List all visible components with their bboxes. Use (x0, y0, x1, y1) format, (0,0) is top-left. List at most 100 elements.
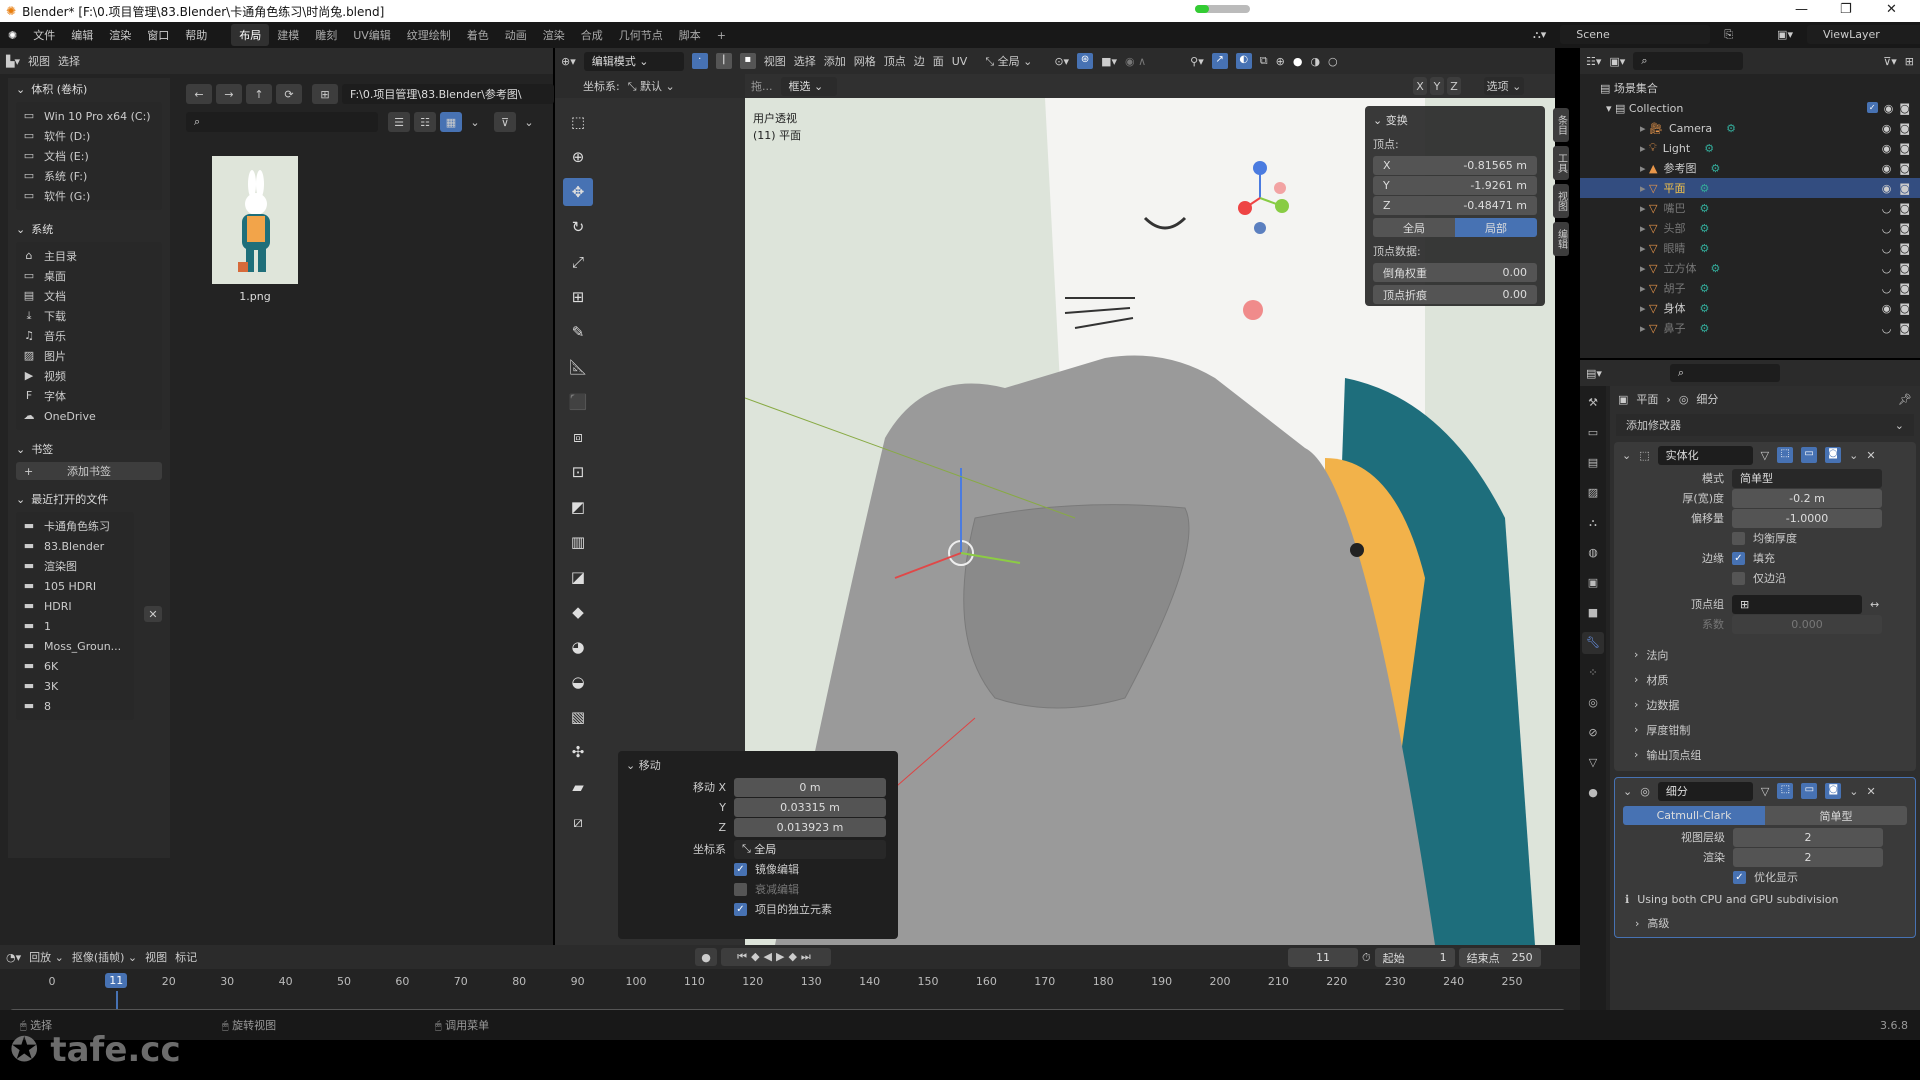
outliner-item[interactable]: ▸ 🎥︎ Camera ⚙ ◉ ◙ (1580, 118, 1920, 138)
eye-closed-icon[interactable]: ◡ (1882, 322, 1892, 335)
material-tab-icon[interactable]: ● (1582, 782, 1604, 804)
option-checkbox[interactable]: ✓ (734, 862, 747, 876)
menu-render[interactable]: 渲染 (101, 27, 139, 43)
blender-menu-icon[interactable]: ✺ (0, 29, 25, 42)
expand-arrow-icon[interactable]: ▸ (1640, 122, 1649, 135)
file-item[interactable]: 1.png (212, 156, 298, 303)
eye-closed-icon[interactable]: ◡ (1882, 282, 1892, 295)
simple-toggle[interactable]: 简单型 (1765, 806, 1907, 825)
eye-closed-icon[interactable]: ◡ (1882, 202, 1892, 215)
menu-select[interactable]: 选择 (794, 53, 816, 69)
even-thickness-checkbox[interactable] (1732, 531, 1745, 545)
eye-icon[interactable]: ◉ (1882, 122, 1892, 135)
tab-modeling[interactable]: 建模 (269, 27, 307, 43)
render-tab-icon[interactable]: ▭ (1582, 422, 1604, 444)
camera-render-icon[interactable]: ◙ (1899, 222, 1910, 235)
solidify-subpanel[interactable]: › 法向 (1634, 642, 1916, 667)
vertex-x-field[interactable]: X -0.81565 m (1373, 156, 1537, 175)
sidebar-tab[interactable]: 工具 (1553, 146, 1569, 180)
outliner-item[interactable]: ▸ ▽ 胡子 ⚙ ◡ ◙ (1580, 278, 1920, 298)
file-search-input[interactable]: ⌕ (186, 112, 378, 132)
system-item[interactable]: ⤓ 下载 (22, 306, 156, 326)
expand-arrow-icon[interactable]: ▸ (1640, 322, 1649, 335)
bookmarks-header[interactable]: ⌄ 书签 (8, 438, 170, 460)
move-z-field[interactable]: 0.013923 m (734, 817, 886, 837)
eye-icon[interactable]: ◉ (1882, 162, 1892, 175)
optimal-display-checkbox[interactable]: ✓ (1733, 870, 1746, 884)
outliner-search-input[interactable]: ⌕ (1633, 52, 1744, 70)
remove-modifier-icon[interactable]: ✕ (1867, 785, 1876, 798)
shrink-fatten-tool-icon[interactable]: ✣ (563, 738, 593, 766)
system-item[interactable]: ▭ 桌面 (22, 266, 156, 286)
spin-tool-icon[interactable]: ◕ (563, 633, 593, 661)
collapse-chevron-icon[interactable]: ⌄ (1622, 449, 1631, 462)
sidebar-tab[interactable]: 视图 (1553, 184, 1569, 218)
option-checkbox[interactable]: ✓ (734, 902, 747, 916)
edit-cage-icon[interactable]: ▽ (1761, 449, 1769, 462)
scene-tab-icon[interactable]: ⛬ (1582, 512, 1604, 534)
recent-item[interactable]: ▬ Moss_Groun... (22, 636, 128, 656)
filter-icon[interactable]: ⊽▾ (1883, 55, 1897, 68)
recent-item[interactable]: ▬ 83.Blender (22, 536, 128, 556)
camera-render-icon[interactable]: ◙ (1899, 142, 1910, 155)
vertex-z-field[interactable]: Z -0.48471 m (1373, 196, 1537, 215)
expand-arrow-icon[interactable]: ▸ (1640, 262, 1649, 275)
display-settings-dropdown[interactable]: ⌄ (466, 112, 484, 132)
particles-tab-icon[interactable]: ⁘ (1582, 662, 1604, 684)
data-tab-icon[interactable]: ▽ (1582, 752, 1604, 774)
local-toggle[interactable]: 局部 (1455, 218, 1537, 237)
edge-slide-tool-icon[interactable]: ▧ (563, 703, 593, 731)
dropdown-icon[interactable]: ⌄ (1849, 785, 1858, 798)
outliner-item[interactable]: ▸ 💡︎ Light ⚙ ◉ ◙ (1580, 138, 1920, 158)
add-modifier-dropdown[interactable]: 添加修改器 ⌄ (1616, 414, 1914, 436)
playback-menu[interactable]: 回放 ⌄ (29, 949, 64, 965)
filter-button[interactable]: ⊽ (494, 112, 516, 132)
menu-vertex[interactable]: 顶点 (884, 53, 906, 69)
camera-render-icon[interactable]: ◙ (1899, 242, 1910, 255)
properties-search-input[interactable]: ⌕ (1669, 364, 1780, 382)
physics-tab-icon[interactable]: ◎ (1582, 692, 1604, 714)
outliner-item[interactable]: ▸ ▽ 头部 ⚙ ◡ ◙ (1580, 218, 1920, 238)
expand-arrow-icon[interactable]: ▸ (1640, 302, 1649, 315)
editor-type-icon[interactable]: ▙▾ (6, 55, 20, 68)
editmode-toggle[interactable]: ⬚ (1777, 447, 1794, 463)
menu-view[interactable]: 视图 (145, 949, 167, 965)
mirror-z-toggle[interactable]: Z (1447, 77, 1461, 95)
camera-render-icon[interactable]: ◙ (1899, 282, 1910, 295)
subdivision-name-input[interactable]: 细分 (1657, 781, 1753, 801)
volume-item[interactable]: ▭ 系统 (F:) (22, 166, 156, 186)
outliner-item[interactable]: ▸ ▽ 鼻子 ⚙ ◡ ◙ (1580, 318, 1920, 338)
move-tool-icon[interactable]: ✥ (563, 178, 593, 206)
coord-dropdown[interactable]: ⤡ 默认 ⌄ (628, 78, 675, 94)
volume-item[interactable]: ▭ 软件 (G:) (22, 186, 156, 206)
outliner-item[interactable]: ▸ ▽ 平面 ⚙ ◉ ◙ (1580, 178, 1920, 198)
expand-arrow-icon[interactable]: ▸ (1640, 282, 1649, 295)
volume-item[interactable]: ▭ Win 10 Pro x64 (C:) (22, 106, 156, 126)
camera-render-icon[interactable]: ◙ (1899, 302, 1910, 315)
view-layer-tab-icon[interactable]: ▨ (1582, 482, 1604, 504)
invert-icon[interactable]: ↔ (1870, 598, 1879, 611)
clear-recent-button[interactable]: ✕ (144, 606, 162, 622)
solidify-name-input[interactable]: 实体化 (1657, 445, 1753, 465)
orient-dropdown[interactable]: ⤡ 全局 (734, 839, 886, 859)
recent-header[interactable]: ⌄ 最近打开的文件 (8, 488, 170, 510)
tab-uv-editing[interactable]: UV编辑 (345, 27, 399, 43)
eye-closed-icon[interactable]: ◡ (1882, 242, 1892, 255)
scene-selector[interactable]: Scene (1560, 25, 1711, 44)
system-item[interactable]: ♫ 音乐 (22, 326, 156, 346)
recent-item[interactable]: ▬ 卡通角色练习 (22, 516, 128, 536)
expand-arrow-icon[interactable]: ▸ (1640, 142, 1649, 155)
display-mode-icon[interactable]: ▣▾ (1609, 55, 1625, 68)
system-item[interactable]: ▤ 文档 (22, 286, 156, 306)
tab-compositing[interactable]: 合成 (573, 27, 611, 43)
measure-tool-icon[interactable]: 📐︎ (563, 353, 593, 381)
add-bookmark-button[interactable]: + 添加书签 (16, 462, 162, 480)
dropdown-icon[interactable]: ⌄ (1849, 449, 1858, 462)
expand-arrow-icon[interactable]: ▸ (1640, 162, 1649, 175)
recent-item[interactable]: ▬ 3K (22, 676, 128, 696)
camera-render-icon[interactable]: ◙ (1899, 182, 1910, 195)
mirror-x-toggle[interactable]: X (1413, 77, 1427, 95)
modifier-tab-icon[interactable]: 🔧︎ (1582, 632, 1604, 654)
drag-label[interactable]: 拖... (751, 78, 773, 94)
output-tab-icon[interactable]: ▤ (1582, 452, 1604, 474)
